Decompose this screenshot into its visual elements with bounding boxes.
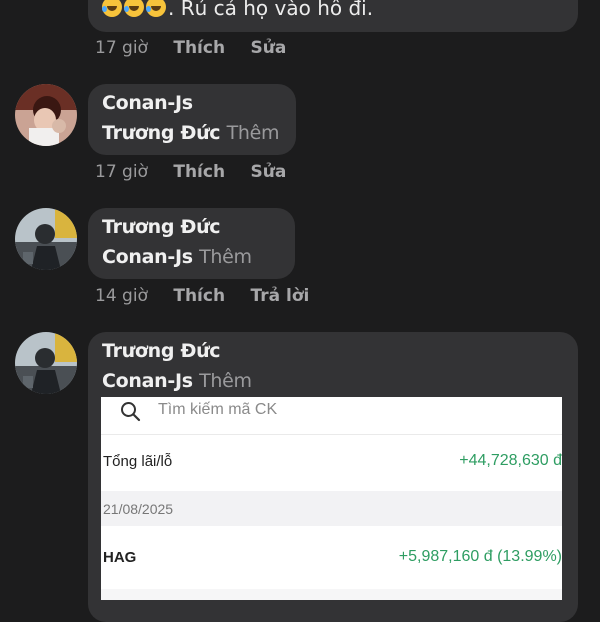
- comment-author[interactable]: Conan-Js: [102, 92, 193, 114]
- avatar-photo-icon: [15, 332, 77, 394]
- comment-time: 17 giờ: [95, 38, 148, 58]
- mention-link[interactable]: Trương Đức: [102, 122, 221, 144]
- mention-link[interactable]: Conan-Js: [102, 246, 193, 268]
- comment-text-row: . Rủ cả họ vào hô đi.: [102, 0, 373, 20]
- comment-meta: 14 giờ Thích Trả lời: [95, 286, 329, 306]
- avatar-photo-icon: [15, 84, 77, 146]
- date-label: 21/08/2025: [103, 501, 174, 517]
- search-icon: [121, 402, 141, 422]
- reply-button[interactable]: Trả lời: [250, 286, 309, 306]
- search-placeholder: Tìm kiếm mã CK: [158, 401, 278, 418]
- comment-body-line: Trương Đức Thêm: [102, 122, 280, 144]
- total-pnl-value: +44,728,630 đ: [459, 452, 562, 469]
- comment-body-line: Conan-Js Thêm: [102, 370, 252, 392]
- avatar-photo-icon: [15, 208, 77, 270]
- rolling-laughing-emoji-icon: [102, 0, 122, 17]
- date-section: 21/08/2025: [101, 491, 562, 526]
- see-more-link[interactable]: Thêm: [227, 122, 280, 144]
- total-pnl-row: Tổng lãi/lỗ +44,728,630 đ: [101, 435, 562, 489]
- see-more-link[interactable]: Thêm: [199, 370, 252, 392]
- rolling-laughing-emoji-icon: [124, 0, 144, 17]
- stock-search-bar: Tìm kiếm mã CK: [101, 397, 562, 435]
- avatar[interactable]: [15, 332, 77, 394]
- rolling-laughing-emoji-icon: [146, 0, 166, 17]
- stock-code: HAG: [103, 549, 137, 566]
- stock-pnl-value: +5,987,160 đ (13.99%): [398, 548, 562, 565]
- total-pnl-label: Tổng lãi/lỗ: [103, 453, 173, 470]
- comment-text: . Rủ cả họ vào hô đi.: [168, 0, 374, 20]
- comment-time: 14 giờ: [95, 286, 148, 306]
- edit-button[interactable]: Sửa: [250, 38, 286, 58]
- edit-button[interactable]: Sửa: [250, 162, 286, 182]
- comment-time: 17 giờ: [95, 162, 148, 182]
- stock-row: HAG +5,987,160 đ (13.99%): [101, 527, 562, 587]
- see-more-link[interactable]: Thêm: [199, 246, 252, 268]
- like-button[interactable]: Thích: [173, 38, 225, 58]
- like-button[interactable]: Thích: [173, 286, 225, 306]
- avatar[interactable]: [15, 84, 77, 146]
- comment-author[interactable]: Trương Đức: [102, 216, 221, 238]
- row-divider: [101, 589, 562, 600]
- like-button[interactable]: Thích: [173, 162, 225, 182]
- comment-meta: 17 giờ Thích Sửa: [95, 162, 306, 182]
- comment-author[interactable]: Trương Đức: [102, 340, 221, 362]
- mention-link[interactable]: Conan-Js: [102, 370, 193, 392]
- comment-body-line: Conan-Js Thêm: [102, 246, 252, 268]
- comment-meta: 17 giờ Thích Sửa: [95, 38, 306, 58]
- attached-screenshot[interactable]: Tìm kiếm mã CK Tổng lãi/lỗ +44,728,630 đ…: [101, 397, 562, 600]
- avatar[interactable]: [15, 208, 77, 270]
